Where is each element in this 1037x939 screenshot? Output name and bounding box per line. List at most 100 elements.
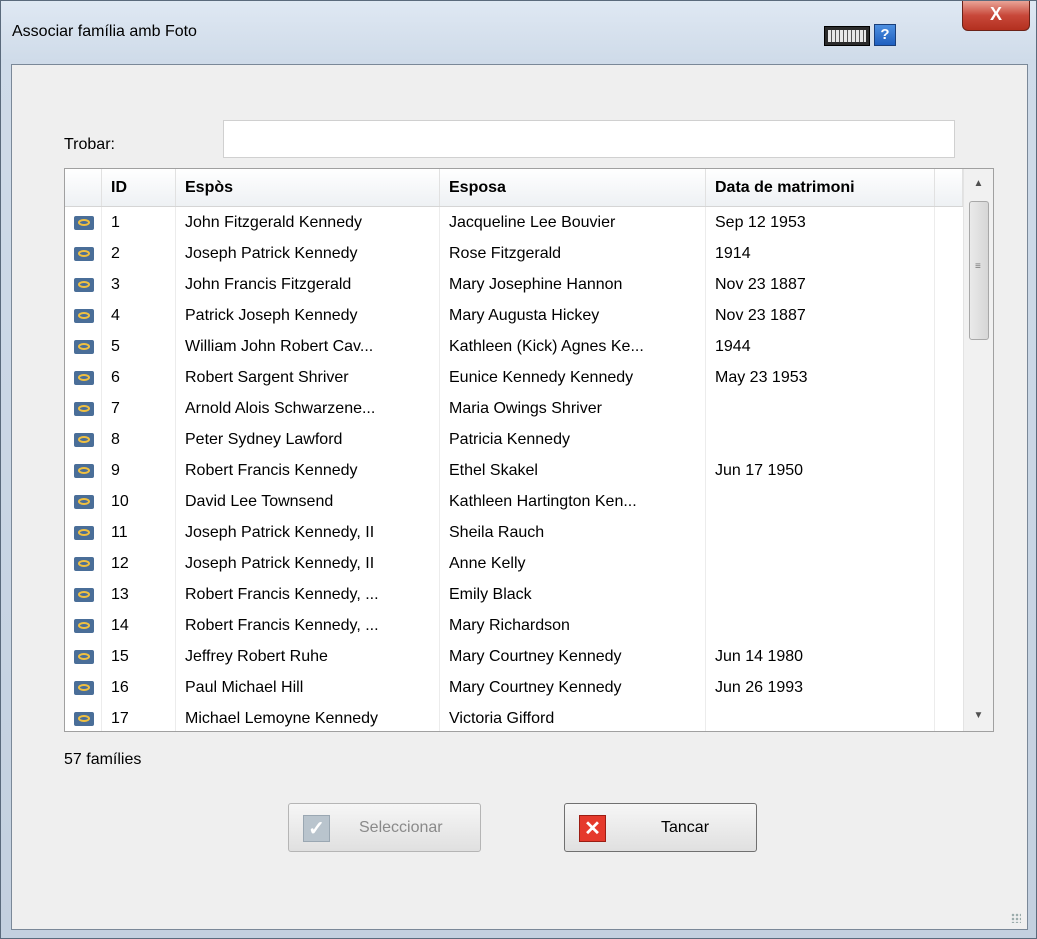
table-row[interactable]: 4 Patrick Joseph Kennedy Mary Augusta Hick… <box>65 300 963 331</box>
table-row[interactable]: 6 Robert Sargent Shriver Eunice Kennedy Ke… <box>65 362 963 393</box>
table-row[interactable]: 10 David Lee Townsend Kathleen Hartington … <box>65 486 963 517</box>
column-header-marriage-date[interactable]: Data de matrimoni <box>706 169 935 206</box>
cell-wife: Jacqueline Lee Bouvier <box>440 207 706 238</box>
cell-marriage-date: May 23 1953 <box>706 362 935 393</box>
cell-wife: Ethel Skakel <box>440 455 706 486</box>
table-header: ID Espòs Esposa Data de matrimoni <box>65 169 963 207</box>
cell-husband: Joseph Patrick Kennedy <box>176 238 440 269</box>
family-ring-icon <box>74 464 94 478</box>
cell-wife: Mary Josephine Hannon <box>440 269 706 300</box>
family-ring-icon <box>74 309 94 323</box>
family-ring-icon <box>74 278 94 292</box>
keyboard-icon[interactable] <box>824 26 870 46</box>
family-ring-icon <box>74 247 94 261</box>
cell-husband: William John Robert Cav... <box>176 331 440 362</box>
resize-grip-icon[interactable] <box>1011 913 1021 923</box>
select-button[interactable]: ✓ Seleccionar <box>288 803 481 852</box>
table-row[interactable]: 15 Jeffrey Robert Ruhe Mary Courtney Kenne… <box>65 641 963 672</box>
cell-icon <box>65 641 102 672</box>
cell-marriage-date: Sep 12 1953 <box>706 207 935 238</box>
family-ring-icon <box>74 402 94 416</box>
table-row[interactable]: 12 Joseph Patrick Kennedy, II Anne Kelly <box>65 548 963 579</box>
table-row[interactable]: 9 Robert Francis Kennedy Ethel Skakel Jun 1… <box>65 455 963 486</box>
vertical-scrollbar[interactable]: ▲ ≡ ▼ <box>963 169 993 731</box>
cell-icon <box>65 238 102 269</box>
column-header-husband[interactable]: Espòs <box>176 169 440 206</box>
cell-icon <box>65 579 102 610</box>
dialog-window: Associar família amb Foto ? X Trobar: ID… <box>0 0 1037 939</box>
cell-id: 10 <box>102 486 176 517</box>
cell-marriage-date <box>706 393 935 424</box>
cell-id: 7 <box>102 393 176 424</box>
cell-id: 4 <box>102 300 176 331</box>
family-ring-icon <box>74 526 94 540</box>
family-ring-icon <box>74 433 94 447</box>
cell-wife: Mary Richardson <box>440 610 706 641</box>
window-title: Associar família amb Foto <box>12 23 197 40</box>
family-ring-icon <box>74 712 94 726</box>
cell-wife: Anne Kelly <box>440 548 706 579</box>
scroll-up-arrow-icon[interactable]: ▲ <box>964 169 993 199</box>
cell-icon <box>65 424 102 455</box>
table-row[interactable]: 2 Joseph Patrick Kennedy Rose Fitzgerald 19… <box>65 238 963 269</box>
scroll-thumb[interactable]: ≡ <box>969 201 989 340</box>
cell-marriage-date <box>706 517 935 548</box>
cell-icon <box>65 455 102 486</box>
table-row[interactable]: 7 Arnold Alois Schwarzene... Maria Owings … <box>65 393 963 424</box>
family-ring-icon <box>74 216 94 230</box>
table-row[interactable]: 11 Joseph Patrick Kennedy, II Sheila Rauch <box>65 517 963 548</box>
cell-marriage-date <box>706 703 935 731</box>
cancel-button[interactable]: ✕ Tancar <box>564 803 757 852</box>
cell-id: 9 <box>102 455 176 486</box>
family-ring-icon <box>74 371 94 385</box>
help-icon[interactable]: ? <box>874 24 896 46</box>
cell-wife: Victoria Gifford <box>440 703 706 731</box>
cell-wife: Kathleen Hartington Ken... <box>440 486 706 517</box>
cell-id: 14 <box>102 610 176 641</box>
checkmark-icon: ✓ <box>303 815 330 842</box>
cell-icon <box>65 610 102 641</box>
grip-icon: ≡ <box>975 261 981 272</box>
search-input[interactable] <box>223 120 955 158</box>
table-row[interactable]: 17 Michael Lemoyne Kennedy Victoria Giffor… <box>65 703 963 731</box>
column-header-id[interactable]: ID <box>102 169 176 206</box>
cell-id: 12 <box>102 548 176 579</box>
cell-husband: Paul Michael Hill <box>176 672 440 703</box>
scroll-down-arrow-icon[interactable]: ▼ <box>964 701 993 731</box>
title-bar[interactable]: Associar família amb Foto ? X <box>1 1 1036 63</box>
column-header-icon[interactable] <box>65 169 102 206</box>
cell-icon <box>65 362 102 393</box>
cancel-button-label: Tancar <box>661 819 710 836</box>
select-button-label: Seleccionar <box>359 819 443 836</box>
cell-marriage-date <box>706 610 935 641</box>
cell-husband: Robert Francis Kennedy, ... <box>176 579 440 610</box>
cell-icon <box>65 300 102 331</box>
column-header-wife[interactable]: Esposa <box>440 169 706 206</box>
cell-wife: Patricia Kennedy <box>440 424 706 455</box>
search-label: Trobar: <box>64 136 115 153</box>
cell-icon <box>65 486 102 517</box>
table-row[interactable]: 5 William John Robert Cav... Kathleen (Kic… <box>65 331 963 362</box>
cell-icon <box>65 548 102 579</box>
cell-marriage-date <box>706 486 935 517</box>
cell-icon <box>65 703 102 731</box>
table-row[interactable]: 13 Robert Francis Kennedy, ... Emily Black <box>65 579 963 610</box>
cell-wife: Rose Fitzgerald <box>440 238 706 269</box>
cell-husband: Joseph Patrick Kennedy, II <box>176 548 440 579</box>
cell-marriage-date: Nov 23 1887 <box>706 300 935 331</box>
table-row[interactable]: 8 Peter Sydney Lawford Patricia Kennedy <box>65 424 963 455</box>
families-table[interactable]: ID Espòs Esposa Data de matrimoni 1 John … <box>64 168 994 732</box>
family-ring-icon <box>74 681 94 695</box>
cell-wife: Mary Augusta Hickey <box>440 300 706 331</box>
family-ring-icon <box>74 495 94 509</box>
dialog-content: Trobar: ID Espòs Esposa Data de matrimon… <box>11 64 1028 930</box>
table-row[interactable]: 16 Paul Michael Hill Mary Courtney Kennedy… <box>65 672 963 703</box>
cell-marriage-date <box>706 424 935 455</box>
table-row[interactable]: 1 John Fitzgerald Kennedy Jacqueline Lee B… <box>65 207 963 238</box>
cell-marriage-date: Jun 17 1950 <box>706 455 935 486</box>
cell-id: 6 <box>102 362 176 393</box>
cell-id: 16 <box>102 672 176 703</box>
table-row[interactable]: 3 John Francis Fitzgerald Mary Josephine H… <box>65 269 963 300</box>
close-button[interactable]: X <box>962 1 1030 31</box>
table-row[interactable]: 14 Robert Francis Kennedy, ... Mary Richar… <box>65 610 963 641</box>
